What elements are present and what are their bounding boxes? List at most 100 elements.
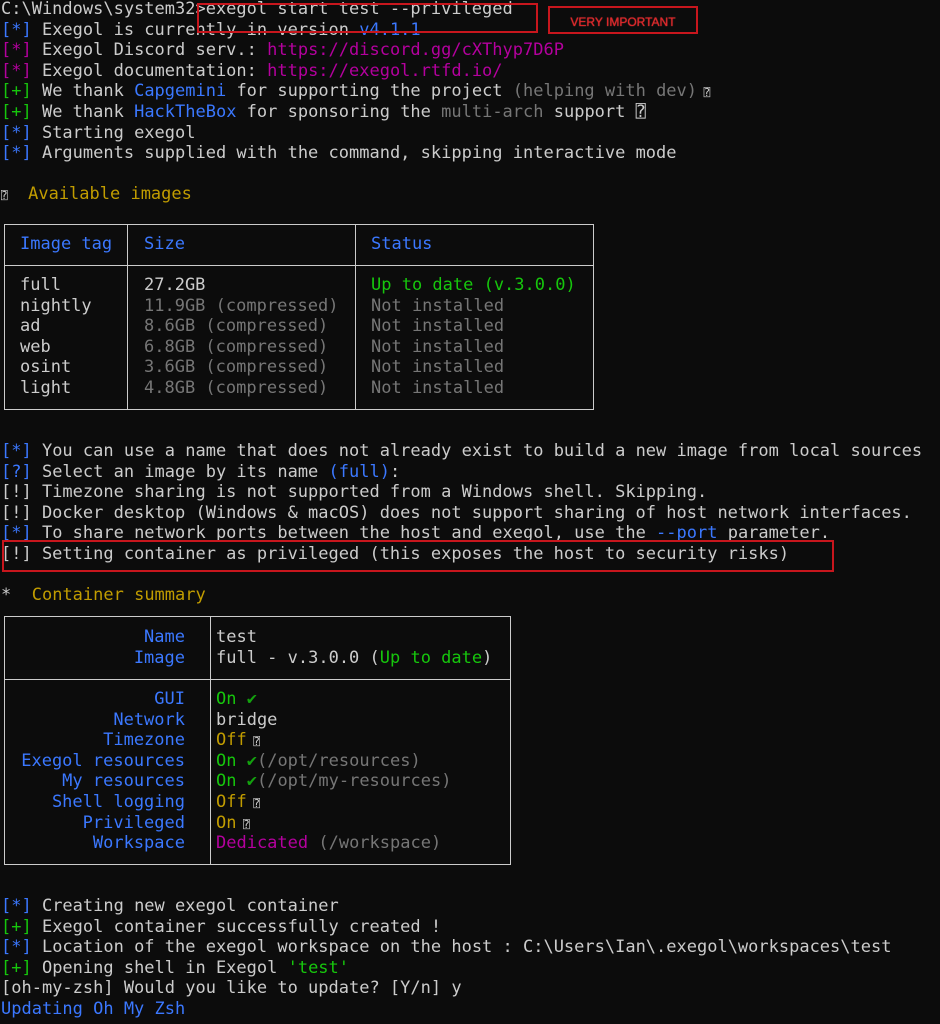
image-size: 11.9GB <box>144 295 206 316</box>
select-image-line[interactable]: [?] Select an image by its name (full): <box>0 462 940 483</box>
summary-label: Shell logging <box>51 792 185 812</box>
very-important-label: VERY IMPORTANT <box>548 6 698 34</box>
capgemini-name: Capgemini <box>134 81 227 102</box>
privileged-warning-text: [!] Setting container as privileged (thi… <box>1 543 790 564</box>
image-tag: ad <box>20 316 41 337</box>
summary-label: GUI <box>154 689 185 709</box>
summary-value: On <box>216 750 237 771</box>
summary-value: On <box>216 771 237 792</box>
available-images-heading: ⍰ Available images <box>0 184 940 205</box>
timezone-warning-line: [!] Timezone sharing is not supported fr… <box>0 482 940 503</box>
image-size-note: (compressed) <box>195 378 329 398</box>
opening-shell-text: Opening shell in Exegol <box>31 957 288 978</box>
creating-line: [*] Creating new exegol container <box>1 896 339 916</box>
image-version: full - v.3.0.0 ( <box>216 647 380 668</box>
build-hint-line: [*] You can use a name that does not alr… <box>1 441 923 461</box>
image-size-note: (compressed) <box>195 316 329 337</box>
summary-value: On <box>216 689 237 709</box>
image-size: 3.6GB <box>144 357 196 378</box>
image-status: Up to date (v.3.0.0) <box>371 275 576 295</box>
updating-line: Updating Oh My Zsh <box>0 999 940 1020</box>
summary-label: Workspace <box>92 833 185 854</box>
command-text: >exegol start test --privileged <box>195 0 513 19</box>
image-status: Not installed <box>371 378 505 398</box>
image-status: Not installed <box>371 295 505 316</box>
image-status: Up to date <box>379 647 483 668</box>
summary-label-image: Image <box>133 647 185 668</box>
thanks-note: multi-arch <box>441 101 544 122</box>
workspace-location-text: Location of the exegol workspace on the … <box>31 937 892 958</box>
thanks-text-2: for sponsoring the <box>236 101 442 122</box>
thanks-note: (helping with dev) <box>512 81 698 102</box>
workspace-location-line: [*] Location of the exegol workspace on … <box>1 937 892 958</box>
summary-path: (/opt/resources) <box>256 750 421 771</box>
image-status: Not installed <box>371 316 505 337</box>
image-tag: light <box>20 378 72 398</box>
arguments-text: Arguments supplied with the command, ski… <box>31 143 677 164</box>
image-size-note: (compressed) <box>195 336 329 357</box>
image-status: Not installed <box>371 357 505 378</box>
missing-glyph-icon: ⍰ <box>236 817 250 831</box>
summary-value: Off <box>216 730 247 751</box>
checkmark-icon: ✔ <box>236 689 257 709</box>
summary-path: (/workspace) <box>308 833 442 854</box>
discord-link[interactable]: https://discord.gg/cXThyp7D6P <box>267 40 564 60</box>
version-text: Exegol is currently in version <box>31 19 360 40</box>
timezone-warning-text: [!] Timezone sharing is not supported fr… <box>1 482 708 503</box>
creating-text: Creating new exegol container <box>31 896 339 916</box>
docker-warning-text: [!] Docker desktop (Windows & macOS) doe… <box>1 502 912 523</box>
discord-line: [*] Exegol Discord serv.: https://discor… <box>1 40 564 61</box>
prompt-path: C:\Windows\system32 <box>1 0 196 19</box>
build-hint-text: You can use a name that does not already… <box>31 441 923 461</box>
port-hint-text: To share network ports between the host … <box>31 523 657 544</box>
container-output: [*] Creating new exegol container [+] Ex… <box>0 896 940 1020</box>
image-tag: full <box>20 275 61 295</box>
default-choice: (full) <box>328 461 390 482</box>
missing-glyph-icon: ⍰ <box>246 797 260 810</box>
summary-value: Off <box>216 792 247 812</box>
image-size-note: (compressed) <box>205 295 339 316</box>
image-tag: web <box>20 336 51 357</box>
starting-text: Starting exegol <box>31 122 196 143</box>
summary-label: Timezone <box>103 730 185 751</box>
port-hint-line: [*] To share network ports between the h… <box>1 523 831 544</box>
summary-value: Dedicated <box>216 833 309 854</box>
terminal-window[interactable]: C:\Windows\system32>exegol start test --… <box>0 0 940 205</box>
summary-value-name: test <box>216 627 257 647</box>
created-text: Exegol container successfully created ! <box>31 916 442 937</box>
arguments-line: [*] Arguments supplied with the command,… <box>1 143 677 164</box>
command-line[interactable]: C:\Windows\system32>exegol start test --… <box>0 0 940 20</box>
container-summary-heading: * Container summary <box>0 585 940 606</box>
summary-star-icon: * <box>1 585 12 606</box>
container-summary-table: Name test Image full - v.3.0.0 (Up to da… <box>4 616 511 865</box>
image-tag: osint <box>20 357 72 378</box>
documentation-line: [*] Exegol documentation: https://exegol… <box>1 60 503 81</box>
column-header-size: Size <box>144 234 185 254</box>
image-size: 4.8GB <box>144 378 196 398</box>
created-line: [+] Exegol container successfully create… <box>1 916 442 937</box>
documentation-link[interactable]: https://exegol.rtfd.io/ <box>267 61 502 81</box>
privileged-warning-line: [!] Setting container as privileged (thi… <box>0 544 940 565</box>
image-size: 6.8GB <box>144 336 196 357</box>
checkmark-icon: ✔ <box>236 750 257 771</box>
missing-glyph-icon: ⍰ <box>697 86 711 100</box>
updating-text: Updating Oh My Zsh <box>1 998 186 1019</box>
image-status: Not installed <box>371 336 505 357</box>
selection-output: [*] You can use a name that does not alr… <box>0 441 940 606</box>
update-prompt-line[interactable]: [oh-my-zsh] Would you like to update? [Y… <box>0 978 940 999</box>
summary-label: Privileged <box>82 812 185 833</box>
image-tag: nightly <box>20 295 92 316</box>
docker-warning-line: [!] Docker desktop (Windows & macOS) doe… <box>0 503 940 524</box>
thanks-text-3: support ⍰ <box>543 101 646 122</box>
htb-name: HackTheBox <box>134 101 237 122</box>
version-number: v4.1.1 <box>359 19 421 40</box>
summary-label: Exegol resources <box>21 750 185 771</box>
checkmark-icon: ✔ <box>236 771 257 792</box>
thanks-text: We thank <box>31 101 135 122</box>
container-summary-title: Container summary <box>31 585 206 606</box>
thanks-text: We thank <box>31 81 135 102</box>
summary-label: Network <box>113 709 185 730</box>
documentation-label: Exegol documentation: <box>31 60 268 81</box>
summary-path: (/opt/my-resources) <box>256 771 452 792</box>
summary-value: On <box>216 812 237 833</box>
